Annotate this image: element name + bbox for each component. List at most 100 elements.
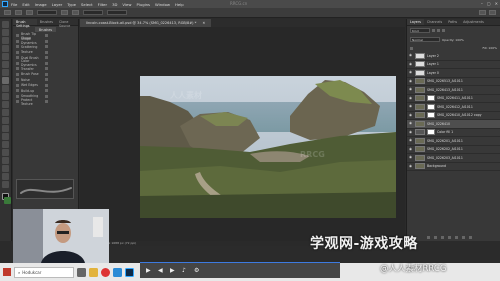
type-tool-icon[interactable] [2, 141, 9, 148]
layer-row[interactable]: ◉ SMG_0226412_AI1011 [407, 103, 500, 112]
menu-select[interactable]: Select [81, 2, 93, 7]
tab-channels[interactable]: Channels [424, 19, 445, 25]
layer-row[interactable]: ◉ Color fill 1 [407, 129, 500, 137]
checkbox-icon[interactable] [16, 50, 19, 54]
photoshop-logo-icon[interactable] [2, 1, 8, 7]
add-mask-icon[interactable] [441, 236, 444, 239]
layer-row[interactable]: ◉ SMG_0226413_AI1011 [407, 86, 500, 95]
lock-icon[interactable] [45, 67, 48, 71]
layer-row[interactable]: ◉ Layer 1 [407, 61, 500, 69]
history-brush-tool-icon[interactable] [2, 93, 9, 100]
checkbox-icon[interactable] [16, 100, 19, 104]
tab-adjustments[interactable]: Adjustments [460, 19, 487, 25]
visibility-eye-icon[interactable]: ◉ [409, 147, 413, 151]
path-select-tool-icon[interactable] [2, 149, 9, 156]
checkbox-icon[interactable] [16, 39, 19, 43]
visibility-eye-icon[interactable]: ◉ [409, 54, 413, 58]
menu-file[interactable]: File [11, 2, 17, 7]
lock-icon[interactable] [45, 61, 48, 65]
tab-brush-settings[interactable]: Brush Settings [13, 19, 37, 28]
pen-tool-icon[interactable] [2, 133, 9, 140]
shape-tool-icon[interactable] [2, 157, 9, 164]
healing-brush-tool-icon[interactable] [2, 69, 9, 76]
gradient-tool-icon[interactable] [2, 109, 9, 116]
visibility-eye-icon[interactable]: ◉ [409, 130, 413, 134]
visibility-eye-icon[interactable]: ◉ [409, 71, 413, 75]
layer-row[interactable]: ◉ Layer 2 [407, 52, 500, 61]
blur-tool-icon[interactable] [2, 117, 9, 124]
mode-dropdown[interactable] [37, 10, 57, 15]
windows-start-icon[interactable] [3, 268, 11, 276]
visibility-eye-icon[interactable]: ◉ [409, 79, 413, 83]
layer-mask-thumbnail[interactable] [427, 129, 435, 136]
layer-row[interactable]: ◉ SMG_0226513_AI1011 [407, 78, 500, 86]
visibility-eye-icon[interactable]: ◉ [409, 122, 413, 126]
filter-adjustment-icon[interactable] [437, 29, 440, 32]
layer-row[interactable]: ◉ Layer 0 [407, 69, 500, 78]
lock-icon[interactable] [410, 46, 413, 50]
flow-field[interactable] [107, 10, 127, 15]
menu-image[interactable]: Image [35, 2, 47, 7]
lock-icon[interactable] [45, 94, 48, 98]
checkbox-icon[interactable] [16, 78, 19, 82]
browser-icon[interactable] [101, 267, 110, 277]
crop-tool-icon[interactable] [2, 53, 9, 60]
close-tab-icon[interactable]: ✕ [202, 21, 205, 25]
visibility-eye-icon[interactable]: ◉ [409, 164, 413, 168]
search-icon[interactable] [479, 10, 486, 15]
menu-edit[interactable]: Edit [22, 2, 29, 7]
lock-icon[interactable] [45, 72, 48, 76]
skip-back-icon[interactable]: ◀ [158, 267, 164, 274]
visibility-eye-icon[interactable]: ◉ [409, 139, 413, 143]
volume-icon[interactable]: ♪ [182, 267, 188, 274]
move-tool-icon[interactable] [2, 21, 9, 28]
menu-help[interactable]: Help [175, 2, 184, 7]
tab-clone-source[interactable]: Clone Source [56, 19, 78, 28]
skip-forward-icon[interactable]: ▶ [170, 267, 176, 274]
layer-row[interactable]: ◉ SMG_0226411_AI1011 [407, 95, 500, 103]
brush-tool-icon[interactable] [2, 77, 9, 84]
option-toggle[interactable] [72, 10, 79, 15]
brush-preset-icon[interactable] [26, 10, 33, 15]
checkbox-icon[interactable] [16, 34, 19, 38]
tab-brushes[interactable]: Brushes [37, 19, 56, 25]
layer-row[interactable]: ◉ SMG_0226410_AI1012 copy [407, 112, 500, 120]
trash-icon[interactable] [469, 236, 472, 239]
layer-kind-filter[interactable]: Kind [410, 28, 430, 33]
layer-row[interactable]: ◉ SMG_0226201_AI1011 [407, 137, 500, 146]
checkbox-icon[interactable] [16, 67, 19, 71]
file-explorer-icon[interactable] [89, 267, 98, 277]
tab-layers[interactable]: Layers [407, 19, 424, 25]
layer-row[interactable]: ◉ SMG_0226410 [407, 120, 500, 129]
checkbox-icon[interactable] [16, 94, 19, 98]
settings-icon[interactable]: ⚙ [194, 267, 200, 274]
menu-layer[interactable]: Layer [52, 2, 63, 7]
layer-row[interactable]: ◉ Background [407, 163, 500, 171]
layer-mask-thumbnail[interactable] [427, 95, 435, 102]
menu-type[interactable]: Type [67, 2, 76, 7]
checkbox-icon[interactable] [16, 61, 19, 65]
clone-stamp-tool-icon[interactable] [2, 85, 9, 92]
quick-select-tool-icon[interactable] [2, 45, 9, 52]
filter-type-icon[interactable] [442, 29, 445, 32]
visibility-eye-icon[interactable]: ◉ [409, 113, 413, 117]
lasso-tool-icon[interactable] [2, 37, 9, 44]
checkbox-icon[interactable] [16, 45, 19, 49]
layer-row[interactable]: ◉ SMG_0226202_AI1011 [407, 146, 500, 154]
close-icon[interactable]: ✕ [495, 1, 498, 6]
link-icon[interactable] [427, 236, 430, 239]
maximize-icon[interactable]: ▢ [487, 1, 491, 6]
visibility-eye-icon[interactable]: ◉ [409, 105, 413, 109]
menu-plugins[interactable]: Plugins [136, 2, 150, 7]
play-icon[interactable]: ▶ [146, 267, 152, 274]
marquee-tool-icon[interactable] [2, 29, 9, 36]
fx-icon[interactable] [434, 236, 437, 239]
visibility-eye-icon[interactable]: ◉ [409, 156, 413, 160]
lock-icon[interactable] [45, 39, 48, 43]
eyedropper-tool-icon[interactable] [2, 61, 9, 68]
option-toggle[interactable] [61, 10, 68, 15]
fill-field[interactable]: Fill: 100% [482, 46, 497, 50]
lock-icon[interactable] [45, 83, 48, 87]
taskbar-search[interactable]: ⌕ Hodukcar [14, 266, 74, 278]
task-view-icon[interactable] [77, 267, 86, 277]
